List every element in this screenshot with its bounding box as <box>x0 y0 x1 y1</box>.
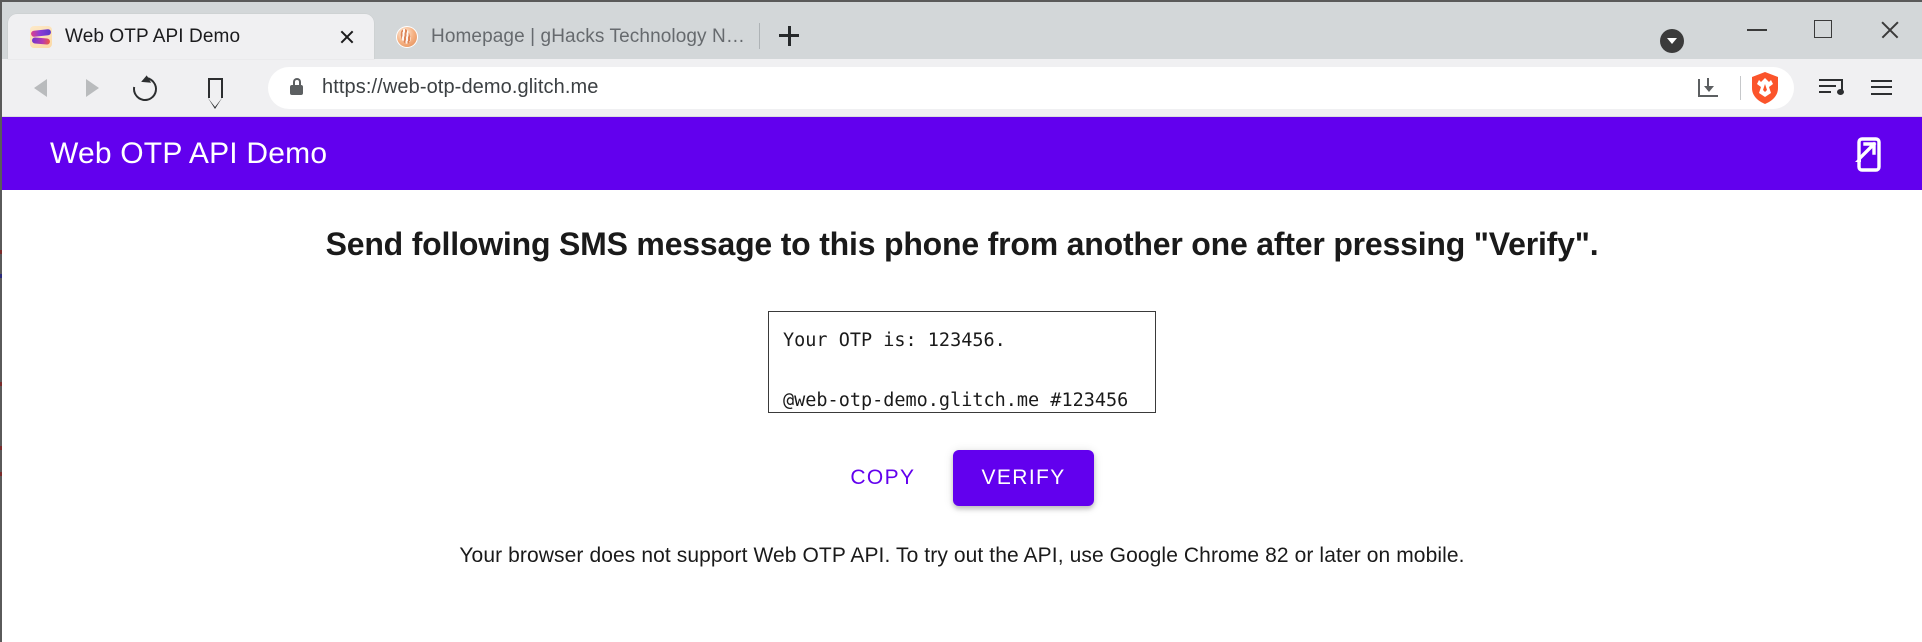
instruction-heading: Send following SMS message to this phone… <box>325 226 1599 262</box>
brave-shield-icon[interactable] <box>1750 71 1780 105</box>
otp-message-textarea[interactable] <box>768 311 1156 413</box>
chevron-down-icon[interactable] <box>1660 28 1684 53</box>
ghacks-icon <box>396 25 418 48</box>
tab-web-otp-api-demo[interactable]: Web OTP API Demo <box>8 14 374 59</box>
window-controls <box>1660 2 1922 59</box>
browser-support-notice: Your browser does not support Web OTP AP… <box>459 544 1465 567</box>
tab-title: Web OTP API Demo <box>65 25 241 47</box>
tab-title: Homepage | gHacks Technology News <box>431 25 745 47</box>
verify-button[interactable]: VERIFY <box>953 450 1094 506</box>
window-edge-artifacts <box>0 2 2 642</box>
page-title: Web OTP API Demo <box>50 136 328 170</box>
tab-strip: Web OTP API Demo Homepage | gHacks Techn… <box>2 2 1922 59</box>
new-tab-button[interactable] <box>770 17 808 55</box>
maximize-button[interactable] <box>1790 2 1856 59</box>
close-icon[interactable] <box>334 24 360 50</box>
reload-button[interactable] <box>122 67 164 109</box>
back-button[interactable] <box>20 67 62 109</box>
omnibox-divider <box>1740 75 1741 100</box>
tab-divider <box>759 23 760 49</box>
page-viewport: Web OTP API Demo Send following SMS mess… <box>2 117 1922 642</box>
page-content: Send following SMS message to this phone… <box>2 190 1922 568</box>
close-window-button[interactable] <box>1856 2 1922 59</box>
tab-ghacks-homepage[interactable]: Homepage | gHacks Technology News <box>374 14 759 59</box>
copy-button[interactable]: COPY <box>830 454 935 502</box>
install-app-icon[interactable] <box>1689 69 1727 107</box>
app-header: Web OTP API Demo <box>2 117 1922 190</box>
glitch-fish-icon <box>30 25 52 48</box>
bookmark-button[interactable] <box>195 67 237 110</box>
playlist-icon[interactable] <box>1808 65 1854 111</box>
minimize-button[interactable] <box>1724 2 1790 59</box>
browser-window: Web OTP API Demo Homepage | gHacks Techn… <box>0 0 1922 642</box>
action-buttons: COPY VERIFY <box>2 450 1922 506</box>
navigation-toolbar: https://web-otp-demo.glitch.me <box>2 59 1922 117</box>
main-menu-icon[interactable] <box>1858 65 1904 111</box>
forward-button[interactable] <box>71 67 113 109</box>
lock-icon <box>290 77 303 95</box>
phone-link-icon[interactable] <box>1842 131 1888 177</box>
address-bar[interactable]: https://web-otp-demo.glitch.me <box>268 66 1794 109</box>
toolbar-right-icons <box>1808 65 1904 111</box>
url-text[interactable]: https://web-otp-demo.glitch.me <box>322 76 1689 99</box>
